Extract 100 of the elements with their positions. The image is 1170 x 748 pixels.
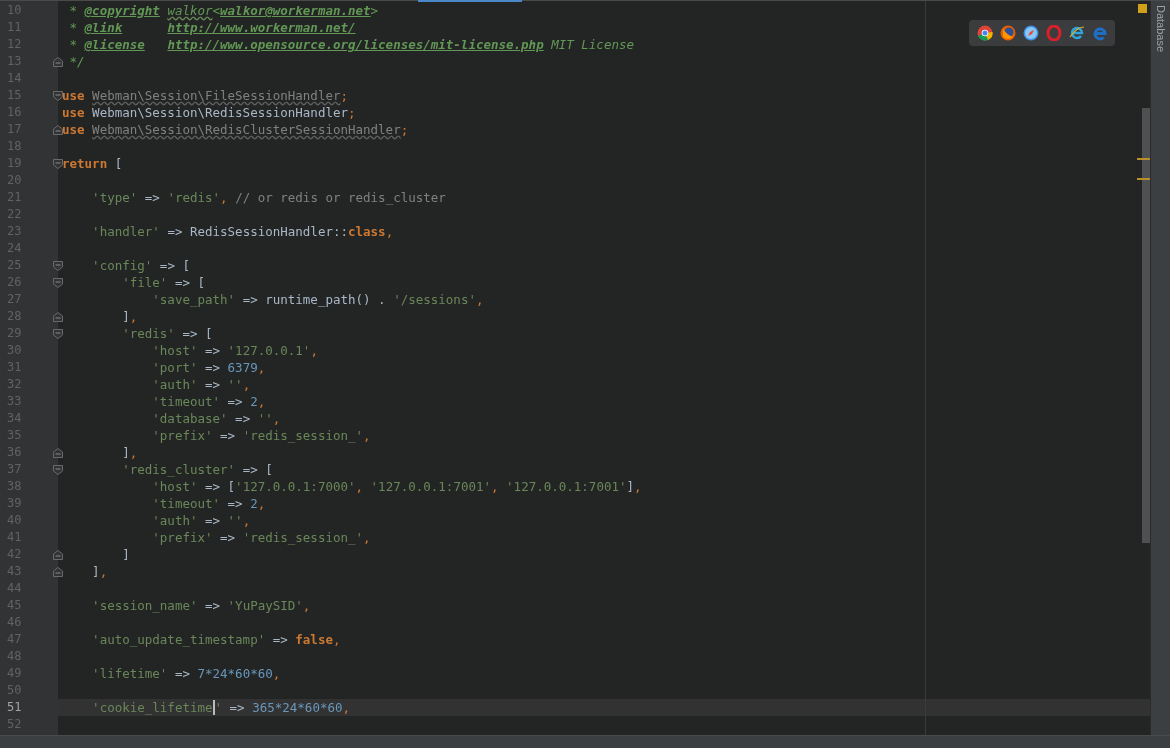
punctuation: , — [363, 427, 371, 444]
fold-start-icon[interactable] — [53, 260, 63, 271]
string-literal: 'redis_session_' — [242, 529, 364, 546]
doc-tag: @license — [84, 37, 145, 52]
ring-icon[interactable] — [1045, 25, 1062, 41]
code-text: => [ — [174, 274, 205, 291]
number-literal: 365*24*60*60 — [252, 699, 343, 716]
code-text: => [ — [205, 478, 236, 495]
fold-start-icon[interactable] — [53, 158, 63, 169]
multicolor-circle-icon[interactable] — [976, 25, 993, 41]
string-literal: 'handler' — [92, 223, 160, 240]
string-literal: 'port' — [152, 359, 198, 376]
e-shape-icon[interactable] — [1068, 25, 1085, 41]
code-text: Webman\Session\RedisSessionHandler — [92, 104, 348, 121]
string-literal: 'redis' — [122, 325, 175, 342]
code-text: ] — [122, 308, 130, 325]
punctuation: , — [272, 665, 281, 682]
number-literal: 6379 — [227, 359, 258, 376]
string-literal: 'type' — [92, 189, 138, 206]
punctuation: , — [99, 563, 108, 580]
string-literal: 'timeout' — [152, 393, 221, 410]
compass-icon[interactable] — [1022, 25, 1039, 41]
punctuation: , — [342, 699, 350, 716]
string-literal: 'prefix' — [152, 427, 213, 444]
fold-end-icon[interactable] — [53, 124, 63, 135]
comment-text: walkor — [167, 2, 213, 19]
globe-icon[interactable] — [999, 25, 1016, 41]
fold-start-icon[interactable] — [53, 277, 63, 288]
string-literal: 'lifetime' — [92, 665, 168, 682]
string-literal: '127.0.0.1:7001' — [370, 478, 491, 495]
code-text: => runtime_path() . — [242, 291, 387, 308]
code-text: => [ — [182, 325, 213, 342]
string-literal: 'config' — [92, 257, 153, 274]
punctuation: , — [129, 444, 138, 461]
string-literal: 'auto_update_timestamp' — [92, 631, 266, 648]
string-literal: 'prefix' — [152, 529, 213, 546]
keyword: use — [62, 121, 86, 138]
string-literal: '127.0.0.1:7000' — [235, 478, 356, 495]
code-text: [ — [114, 155, 123, 172]
fold-start-icon[interactable] — [53, 328, 63, 339]
comment-text: * — [69, 2, 79, 19]
doc-tag: @copyright — [84, 3, 160, 18]
code-text: => [ — [242, 461, 273, 478]
string-literal: 'redis_session_' — [242, 427, 364, 444]
number-literal: 2 — [250, 495, 258, 512]
fold-end-icon[interactable] — [53, 566, 63, 577]
warning-stripe — [1137, 158, 1150, 160]
doc-link: http://www.workerman.net/ — [167, 19, 356, 36]
string-literal: '/sessions' — [393, 291, 476, 308]
doc-tag: @link — [84, 20, 123, 35]
string-literal: 'redis' — [167, 189, 221, 206]
fold-end-icon[interactable] — [53, 549, 63, 560]
string-literal: 'auth' — [152, 376, 198, 393]
fold-end-icon[interactable] — [53, 56, 63, 67]
punctuation: ; — [340, 87, 348, 104]
punctuation: , — [257, 495, 266, 512]
keyword: use — [62, 87, 86, 104]
string-literal: 'file' — [122, 274, 168, 291]
number-literal: 2 — [250, 393, 258, 410]
string-literal: 'timeout' — [152, 495, 221, 512]
unused-import: Webman\Session\FileSessionHandler — [92, 87, 341, 104]
punctuation: ; — [400, 121, 409, 138]
punctuation: , — [242, 512, 251, 529]
fold-end-icon[interactable] — [53, 311, 63, 322]
punctuation: , — [129, 308, 138, 325]
code-text: => RedisSessionHandler:: — [167, 223, 348, 240]
string-literal: ' — [214, 699, 223, 716]
punctuation: , — [257, 393, 266, 410]
code-text: => — [227, 393, 244, 410]
string-literal: 'redis_cluster' — [122, 461, 236, 478]
code-text: ] — [92, 563, 100, 580]
comment-text: > — [370, 2, 379, 19]
scrollbar-thumb[interactable] — [1142, 108, 1150, 543]
code-text: ] — [122, 546, 130, 563]
punctuation: , — [302, 597, 311, 614]
code-text: => — [227, 495, 244, 512]
line-comment: // or redis or redis_cluster — [235, 189, 446, 206]
punctuation: , — [272, 410, 281, 427]
doc-link: http://www.opensource.org/licenses/mit-license.php — [167, 36, 544, 53]
number-literal: 7*24*60*60 — [197, 665, 273, 682]
code-text: => — [205, 376, 222, 393]
code-text: ] — [626, 478, 635, 495]
code-text: => — [174, 665, 191, 682]
string-literal: '' — [227, 376, 243, 393]
code-text: => — [205, 359, 222, 376]
fold-start-icon[interactable] — [53, 90, 63, 101]
string-literal: '' — [257, 410, 273, 427]
fold-start-icon[interactable] — [53, 464, 63, 475]
punctuation: ; — [348, 104, 356, 121]
keyword: return — [62, 155, 109, 172]
database-tab[interactable]: Database — [1152, 5, 1169, 53]
code-text: => — [144, 189, 161, 206]
punctuation: , — [491, 478, 500, 495]
code-text: => — [205, 342, 222, 359]
unused-import: Webman\Session\RedisClusterSessionHandler — [92, 121, 401, 138]
string-literal: 'YuPaySID' — [227, 597, 303, 614]
fold-end-icon[interactable] — [53, 447, 63, 458]
code-text: => — [205, 597, 222, 614]
e-shape-icon[interactable] — [1091, 25, 1108, 41]
punctuation: , — [242, 376, 251, 393]
